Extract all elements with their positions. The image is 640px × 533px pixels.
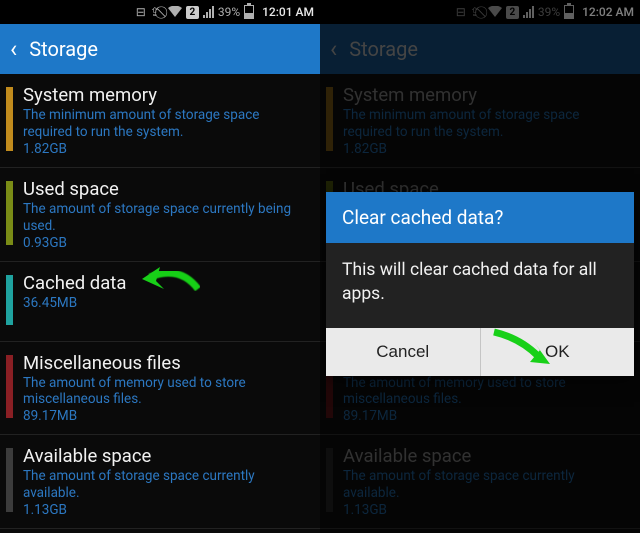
wifi-icon [168,6,182,21]
item-size: 1.13GB [23,502,308,518]
upload-icon: ⇪ [470,5,480,19]
item-available-space[interactable]: Available space The amount of storage sp… [0,435,320,529]
upload-icon: ⇪ [150,5,160,19]
page-title: Storage [29,37,98,61]
dialog-body: This will clear cached data for all apps… [326,243,634,328]
item-size: 89.17MB [343,408,628,424]
dialog-actions: Cancel OK [326,328,634,376]
cancel-button[interactable]: Cancel [326,328,480,376]
title-bar: ‹ Storage [320,24,640,74]
swatch-icon [6,448,13,512]
item-desc: The amount of storage space currently av… [343,468,628,502]
item-used-space[interactable]: Used space The amount of storage space c… [0,168,320,262]
sim-indicator: 2 [506,6,519,19]
wifi-icon [488,6,502,21]
item-title: Available space [23,445,308,467]
item-size: 89.17MB [23,408,308,424]
item-size: 0.93GB [23,235,308,251]
item-size: 1.82GB [343,141,628,157]
item-size: 1.13GB [343,502,628,518]
item-size: 36.45MB [23,295,308,311]
item-title: Miscellaneous files [23,352,308,374]
item-desc: The amount of memory used to store misce… [343,375,628,409]
sim-indicator: 2 [186,6,199,19]
swatch-icon [6,275,13,325]
clear-cache-dialog: Clear cached data? This will clear cache… [326,192,634,376]
phone-right: ⊟ ⇪ ⃠ 2 39% 12:02 AM ‹ Storage System me… [320,0,640,533]
back-icon[interactable]: ‹ [10,37,17,61]
battery-icon [564,5,574,19]
item-misc-files[interactable]: Miscellaneous files The amount of memory… [0,342,320,436]
dialog-title: Clear cached data? [326,192,634,243]
swatch-icon [6,181,13,245]
swatch-icon [326,87,333,151]
item-title: Cached data [23,272,308,294]
item-size: 1.82GB [23,141,308,157]
item-desc: The amount of memory used to store misce… [23,375,308,409]
item-title: Used space [23,178,308,200]
storage-list: System memory The minimum amount of stor… [0,74,320,529]
title-bar: ‹ Storage [0,24,320,74]
clock: 12:01 AM [262,5,314,19]
phone-left: ⊟ ⇪ ⃠ 2 39% 12:01 AM ‹ Storage System me… [0,0,320,533]
back-icon[interactable]: ‹ [330,37,337,61]
item-desc: The minimum amount of storage space requ… [343,107,628,141]
status-bar: ⊟ ⇪ ⃠ 2 39% 12:02 AM [320,0,640,24]
item-available-space: Available space The amount of storage sp… [320,435,640,529]
ok-button[interactable]: OK [480,328,635,376]
item-desc: The amount of storage space currently be… [23,201,308,235]
signal-icon [203,6,214,18]
usb-icon: ⊟ [136,5,146,19]
status-bar: ⊟ ⇪ ⃠ 2 39% 12:01 AM [0,0,320,24]
item-title: Available space [343,445,628,467]
item-cached-data[interactable]: Cached data 36.45MB [0,262,320,342]
battery-percent: 39% [538,5,560,19]
item-desc: The amount of storage space currently av… [23,468,308,502]
swatch-icon [6,355,13,419]
swatch-icon [326,448,333,512]
swatch-icon [6,87,13,151]
battery-icon [244,5,254,19]
battery-percent: 39% [218,5,240,19]
item-system-memory[interactable]: System memory The minimum amount of stor… [0,74,320,168]
page-title: Storage [349,37,418,61]
signal-icon [523,6,534,18]
item-title: System memory [343,84,628,106]
usb-icon: ⊟ [456,5,466,19]
item-system-memory: System memory The minimum amount of stor… [320,74,640,168]
item-desc: The minimum amount of storage space requ… [23,107,308,141]
clock: 12:02 AM [582,5,634,19]
item-title: System memory [23,84,308,106]
